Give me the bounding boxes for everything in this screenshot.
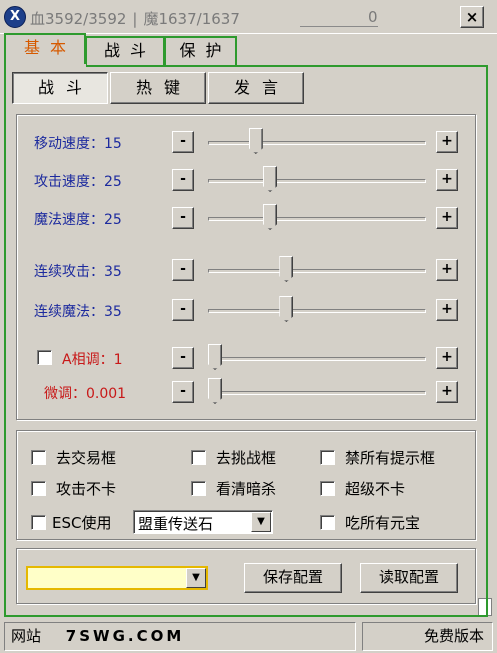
- checkbox-esc-use[interactable]: [31, 515, 46, 530]
- slider-decrement-button[interactable]: -: [172, 259, 194, 281]
- slider-decrement-button[interactable]: -: [172, 169, 194, 191]
- title-bar: X 血3592/3592 | 魔1637/1637 0 ×: [0, 0, 497, 34]
- slider-track[interactable]: [208, 357, 426, 361]
- checkbox-attack-nolag[interactable]: [31, 481, 46, 496]
- tab-protect[interactable]: 保护: [164, 36, 237, 66]
- slider-track[interactable]: [208, 269, 426, 273]
- slider-label-text: 连续攻击：: [34, 264, 104, 280]
- option-eat-yuanbao: 吃所有元宝: [345, 514, 421, 532]
- checkbox-eat-yuanbao[interactable]: [320, 515, 335, 530]
- option-see-assassin: 看清暗杀: [216, 480, 277, 498]
- tab-combat[interactable]: 战斗: [85, 36, 165, 66]
- slider-label-text: 移动速度：: [34, 136, 104, 152]
- status-site-url[interactable]: 7SWG.COM: [66, 627, 184, 645]
- resize-grip[interactable]: [478, 598, 492, 616]
- chevron-down-icon[interactable]: ▼: [186, 568, 206, 588]
- teleport-select-value: 盟重传送石: [138, 515, 214, 533]
- status-edition: 免费版本: [362, 622, 493, 651]
- slider-label-text: 连续魔法：: [34, 304, 104, 320]
- teleport-select[interactable]: 盟重传送石 ▼: [133, 510, 273, 534]
- title-separator: |: [132, 10, 138, 28]
- slider-increment-button[interactable]: +: [436, 169, 458, 191]
- app-icon[interactable]: X: [4, 6, 26, 28]
- slider-label-text: A相调：: [62, 352, 114, 368]
- slider-increment-button[interactable]: +: [436, 299, 458, 321]
- title-underline: [300, 26, 378, 27]
- slider-label-text: 攻击速度：: [34, 174, 104, 190]
- checkbox-remove-challenge[interactable]: [191, 450, 206, 465]
- slider-value: 1: [113, 352, 123, 368]
- slider-track[interactable]: [208, 309, 426, 313]
- option-remove-trade: 去交易框: [56, 449, 117, 467]
- slider-label-text: 魔法速度：: [34, 212, 104, 228]
- status-bar: 网站 7SWG.COM 免费版本: [0, 622, 497, 653]
- close-button[interactable]: ×: [460, 6, 484, 28]
- tab-join: [6, 64, 86, 68]
- slider-label: 攻击速度：25: [34, 171, 122, 191]
- slider-track[interactable]: [208, 179, 426, 183]
- slider-decrement-button[interactable]: -: [172, 207, 194, 229]
- checkbox-no-prompts[interactable]: [320, 450, 335, 465]
- slider-value: 35: [104, 264, 122, 280]
- option-no-prompts: 禁所有提示框: [345, 449, 436, 467]
- slider-increment-button[interactable]: +: [436, 347, 458, 369]
- slider-increment-button[interactable]: +: [436, 207, 458, 229]
- slider-label: 魔法速度：25: [34, 209, 122, 229]
- status-site-pane: 网站 7SWG.COM: [4, 622, 356, 651]
- tab-basic[interactable]: 基本: [4, 33, 86, 66]
- slider-increment-button[interactable]: +: [436, 131, 458, 153]
- slider-label: A相调：1: [62, 349, 123, 369]
- slider-label-text: 微调：: [44, 386, 86, 402]
- slider-decrement-button[interactable]: -: [172, 381, 194, 403]
- slider-value: 35: [104, 304, 122, 320]
- slider-label: 移动速度：15: [34, 133, 122, 153]
- subtab-hotkeys[interactable]: 热键: [110, 72, 206, 104]
- save-config-button[interactable]: 保存配置: [244, 563, 342, 593]
- slider-track[interactable]: [208, 391, 426, 395]
- checkbox-a-adjust[interactable]: [37, 350, 52, 365]
- checkbox-see-assassin[interactable]: [191, 481, 206, 496]
- config-combo[interactable]: ▼: [26, 566, 208, 590]
- title-zero: 0: [368, 8, 378, 26]
- slider-track[interactable]: [208, 217, 426, 221]
- slider-decrement-button[interactable]: -: [172, 131, 194, 153]
- option-super-nolag: 超级不卡: [345, 480, 406, 498]
- title-text: 血3592/3592 | 魔1637/1637: [30, 8, 240, 29]
- slider-label: 连续魔法：35: [34, 301, 122, 321]
- hp-readout: 血3592/3592: [30, 10, 127, 28]
- load-config-button[interactable]: 读取配置: [360, 563, 458, 593]
- chevron-down-icon[interactable]: ▼: [251, 512, 271, 532]
- slider-value: 15: [104, 136, 122, 152]
- option-esc-use: ESC使用: [52, 514, 112, 532]
- slider-value: 0.001: [86, 386, 127, 402]
- option-attack-nolag: 攻击不卡: [56, 480, 117, 498]
- slider-increment-button[interactable]: +: [436, 259, 458, 281]
- slider-value: 25: [104, 212, 122, 228]
- status-site-label: 网站: [11, 627, 42, 645]
- slider-label: 连续攻击：35: [34, 261, 122, 281]
- subtab-chat[interactable]: 发言: [208, 72, 304, 104]
- checkbox-remove-trade[interactable]: [31, 450, 46, 465]
- slider-decrement-button[interactable]: -: [172, 299, 194, 321]
- option-remove-challenge: 去挑战框: [216, 449, 277, 467]
- mp-readout: 魔1637/1637: [143, 10, 240, 28]
- slider-increment-button[interactable]: +: [436, 381, 458, 403]
- slider-value: 25: [104, 174, 122, 190]
- slider-decrement-button[interactable]: -: [172, 347, 194, 369]
- subtab-combat[interactable]: 战斗: [12, 72, 108, 104]
- checkbox-super-nolag[interactable]: [320, 481, 335, 496]
- slider-track[interactable]: [208, 141, 426, 145]
- slider-label: 微调：0.001: [44, 383, 126, 403]
